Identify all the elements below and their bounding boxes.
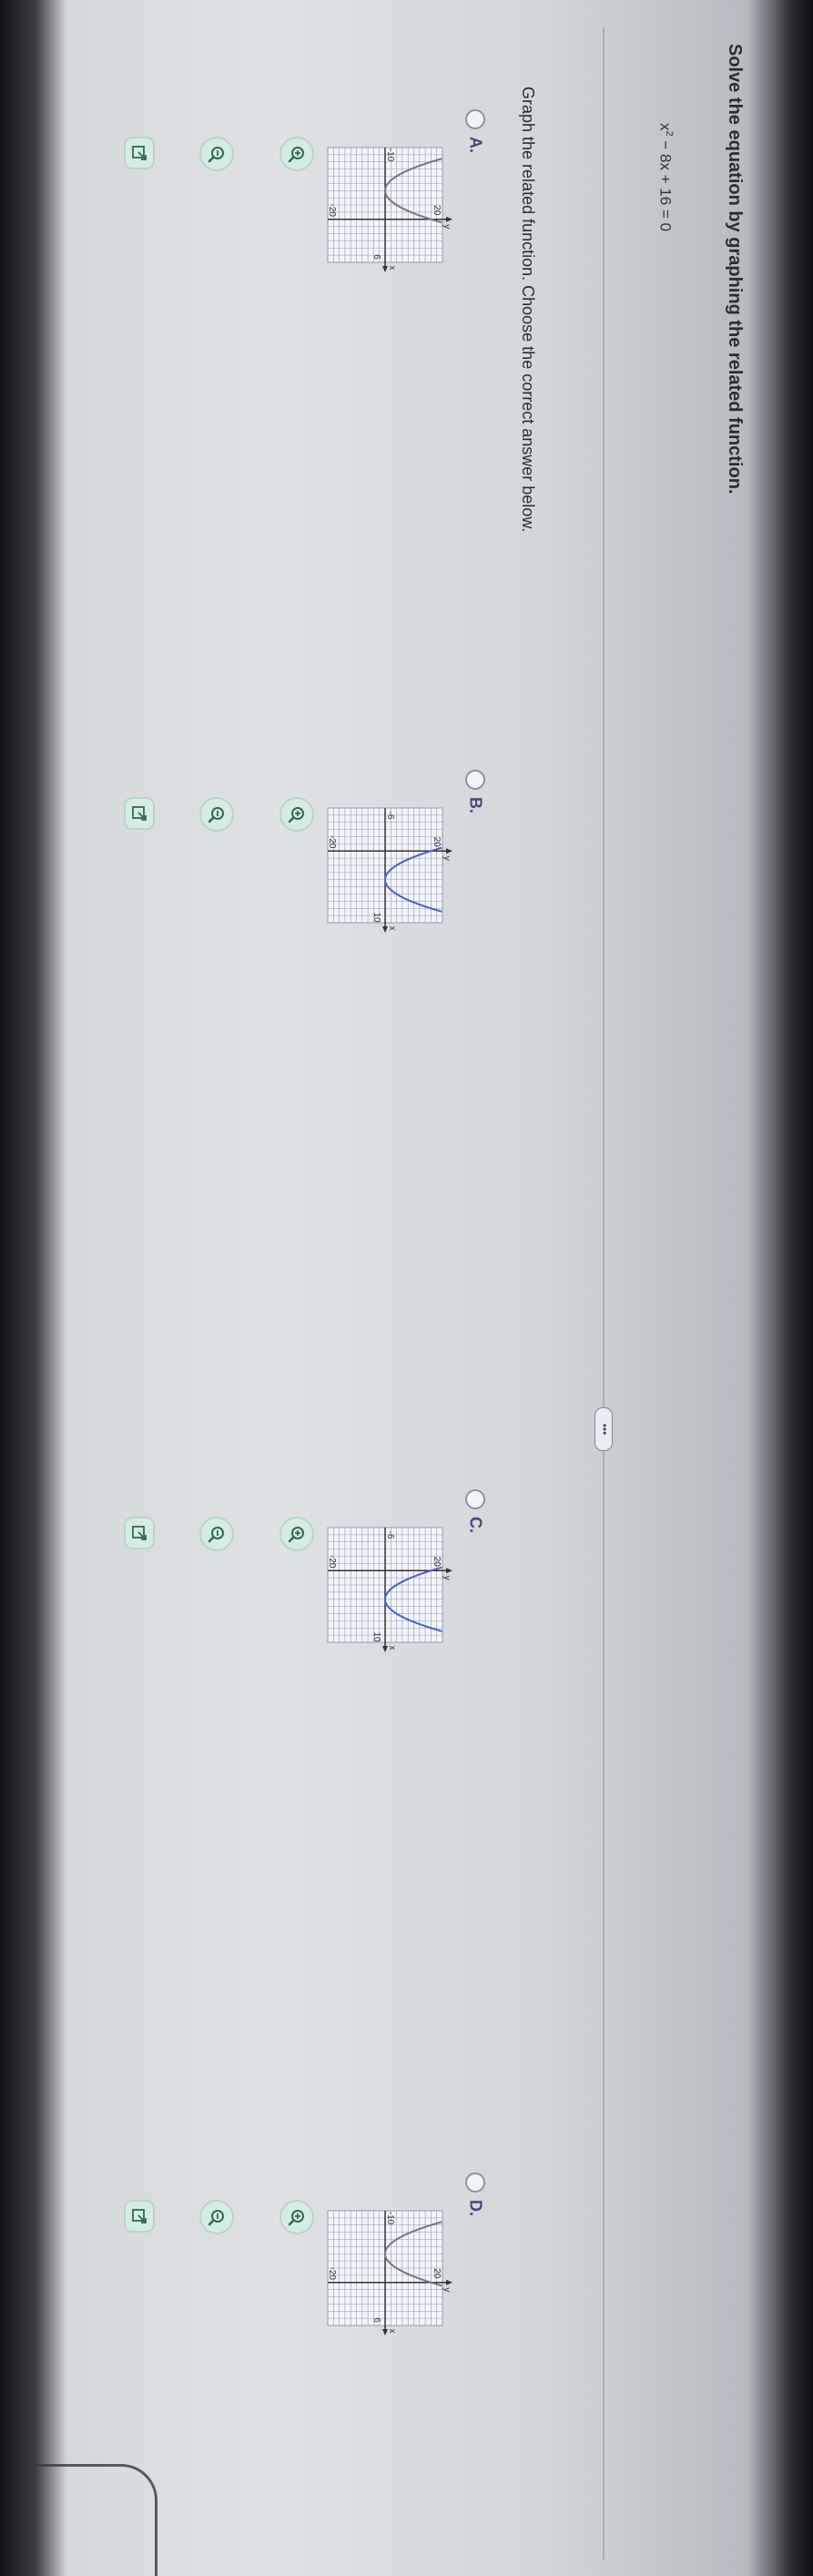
- graph-b-y-arrow: [446, 848, 452, 854]
- graph-b-xmin-label: -6: [385, 812, 395, 820]
- zoom-in-button-a[interactable]: [279, 137, 314, 171]
- expand-icon: [130, 144, 148, 162]
- expand-icon: [130, 1524, 148, 1542]
- zoom-out-icon: [207, 144, 227, 164]
- expand-icon: [130, 2207, 148, 2225]
- zoom-in-icon: [287, 1524, 307, 1544]
- graph-c-y-axis-label: y: [442, 1576, 452, 1580]
- graph-d-x-axis-label: x: [387, 2329, 397, 2334]
- zoom-in-button-b[interactable]: [279, 797, 314, 832]
- zoom-out-icon: [207, 804, 227, 824]
- graph-b-ymin-label: -20: [327, 835, 337, 849]
- option-a-radio[interactable]: [464, 109, 485, 129]
- graph-d-y-axis-label: y: [442, 2287, 452, 2292]
- question-title: Solve the equation by graphing the relat…: [725, 44, 745, 495]
- graph-c-x-axis-label: x: [387, 1646, 397, 1651]
- zoom-out-button-a[interactable]: [199, 137, 234, 171]
- option-d-radio[interactable]: [464, 2172, 485, 2193]
- screen-photo: Solve the equation by graphing the relat…: [0, 0, 813, 2576]
- zoom-in-button-d[interactable]: [279, 2200, 314, 2234]
- zoom-out-button-c[interactable]: [199, 1517, 234, 1551]
- graph-d: -10 6 20 -20 x y: [327, 2210, 452, 2336]
- equation: x2 − 8x + 16 = 0: [656, 123, 675, 232]
- graph-c-ymax-label: 20: [432, 1557, 442, 1568]
- instruction-text: Graph the related function. Choose the c…: [519, 87, 537, 533]
- expand-button-a[interactable]: [124, 137, 155, 169]
- zoom-out-button-b[interactable]: [199, 797, 234, 832]
- graph-d-y-arrow: [446, 2279, 452, 2285]
- zoom-out-icon: [207, 1524, 227, 1544]
- zoom-out-button-d[interactable]: [199, 2200, 234, 2234]
- graph-b-y-axis-label: y: [442, 856, 452, 861]
- zoom-in-icon: [287, 804, 307, 824]
- graph-c-ymin-label: -20: [327, 1555, 337, 1569]
- option-c[interactable]: C.: [464, 1489, 485, 1533]
- divider-left: [603, 27, 605, 2560]
- graph-b-x-axis-label: x: [387, 926, 397, 931]
- option-d[interactable]: D.: [464, 2172, 485, 2216]
- graph-b: -6 10 20 -20 x y: [327, 807, 452, 933]
- graph-d-ymax-label: 20: [432, 2268, 442, 2279]
- option-c-radio[interactable]: [464, 1489, 485, 1509]
- graph-d-xmin-label: -10: [385, 2212, 395, 2225]
- option-a[interactable]: A.: [464, 109, 485, 153]
- screen-shadow: [0, 0, 66, 2576]
- zoom-out-icon: [207, 2207, 227, 2227]
- graph-d-xmax-label: 6: [371, 2317, 381, 2323]
- graph-c: -6 10 20 -20 x y: [327, 1527, 452, 1652]
- graph-b-xmax-label: 10: [371, 912, 381, 923]
- zoom-in-button-c[interactable]: [279, 1517, 314, 1551]
- graph-a-y-arrow: [446, 216, 452, 222]
- graph-a: -10 6 20 -20 x y: [327, 147, 452, 272]
- more-button[interactable]: •••: [595, 1407, 613, 1451]
- expand-button-d[interactable]: [124, 2200, 155, 2233]
- graph-a-xmin-label: -10: [385, 148, 395, 162]
- graph-a-ymax-label: 20: [432, 205, 442, 216]
- expand-icon: [130, 804, 148, 823]
- expand-button-b[interactable]: [124, 797, 155, 830]
- graph-c-xmin-label: -6: [385, 1531, 395, 1539]
- expand-button-c[interactable]: [124, 1517, 155, 1549]
- question-panel: Solve the equation by graphing the relat…: [0, 0, 813, 2576]
- graph-a-x-axis-label: x: [387, 266, 397, 271]
- graph-b-ymax-label: 20: [432, 837, 442, 848]
- graph-d-ymin-label: -20: [327, 2267, 337, 2281]
- option-b[interactable]: B.: [464, 770, 485, 813]
- graph-a-xmax-label: 6: [371, 254, 381, 260]
- graph-a-ymin-label: -20: [327, 204, 337, 218]
- option-b-radio[interactable]: [464, 770, 485, 790]
- zoom-in-icon: [287, 144, 307, 164]
- graph-c-y-arrow: [446, 1568, 452, 1574]
- zoom-in-icon: [287, 2207, 307, 2227]
- graph-a-y-axis-label: y: [442, 224, 452, 229]
- graph-c-xmax-label: 10: [371, 1631, 381, 1642]
